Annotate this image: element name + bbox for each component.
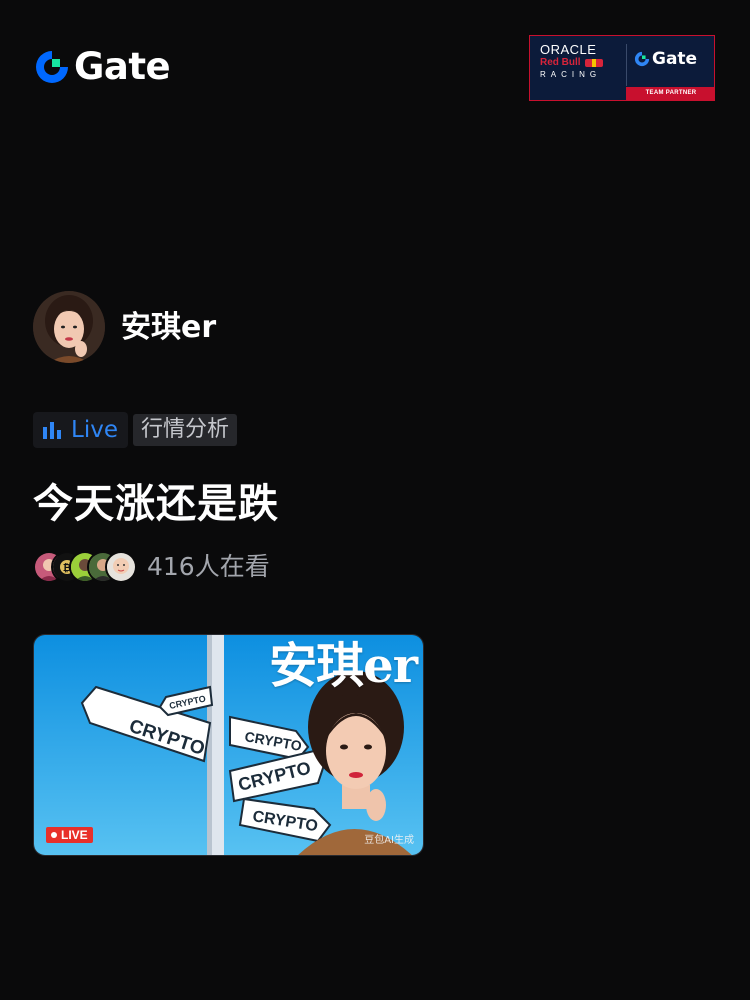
redbull-logo-icon — [584, 59, 603, 67]
partner-sponsor-block: ORACLE Red Bull RACING — [540, 43, 626, 81]
gate-logo-icon — [634, 51, 650, 67]
partner-banner[interactable]: ORACLE Red Bull RACING Gate TEAM PARTNER — [529, 35, 715, 101]
viewer-avatar — [105, 551, 137, 583]
partner-gate-text: Gate — [652, 49, 698, 69]
streamer-name[interactable]: 安琪er — [121, 310, 216, 346]
viewer-count: 416人在看 — [147, 552, 270, 581]
gate-logo-icon — [36, 51, 68, 83]
viewer-summary: ₿ 416人在看 — [33, 551, 270, 583]
oracle-text: ORACLE — [540, 42, 597, 57]
redbull-line: Red Bull — [540, 57, 626, 69]
live-dot-icon — [51, 832, 57, 838]
live-tag-label: Live — [71, 417, 118, 443]
streamer-avatar-image — [33, 291, 105, 363]
partner-divider — [626, 44, 627, 86]
thumbnail-name-overlay: 安琪er — [269, 638, 418, 694]
streamer-avatar[interactable] — [33, 291, 105, 363]
team-partner-label: TEAM PARTNER — [626, 87, 714, 100]
live-badge-label: LIVE — [61, 828, 88, 842]
stream-thumbnail[interactable]: CRYPTO CRYPTO CRYPTO CRYPTO CRYPTO 安琪er … — [33, 634, 424, 856]
gate-logo[interactable]: Gate — [34, 45, 171, 88]
racing-text: RACING — [540, 70, 602, 79]
gate-logo-text: Gate — [74, 45, 171, 88]
ai-generated-note: 豆包AI生成 — [364, 835, 414, 846]
stream-title: 今天涨还是跌 — [33, 481, 279, 527]
topic-tag[interactable]: 行情分析 — [133, 414, 238, 446]
topic-tag-label: 行情分析 — [141, 417, 230, 442]
partner-gate-logo: Gate — [634, 50, 697, 68]
live-tag: Live — [33, 412, 128, 448]
live-badge: LIVE — [46, 827, 93, 843]
redbull-text: Red Bull — [540, 57, 581, 68]
bar-chart-icon — [43, 422, 61, 439]
